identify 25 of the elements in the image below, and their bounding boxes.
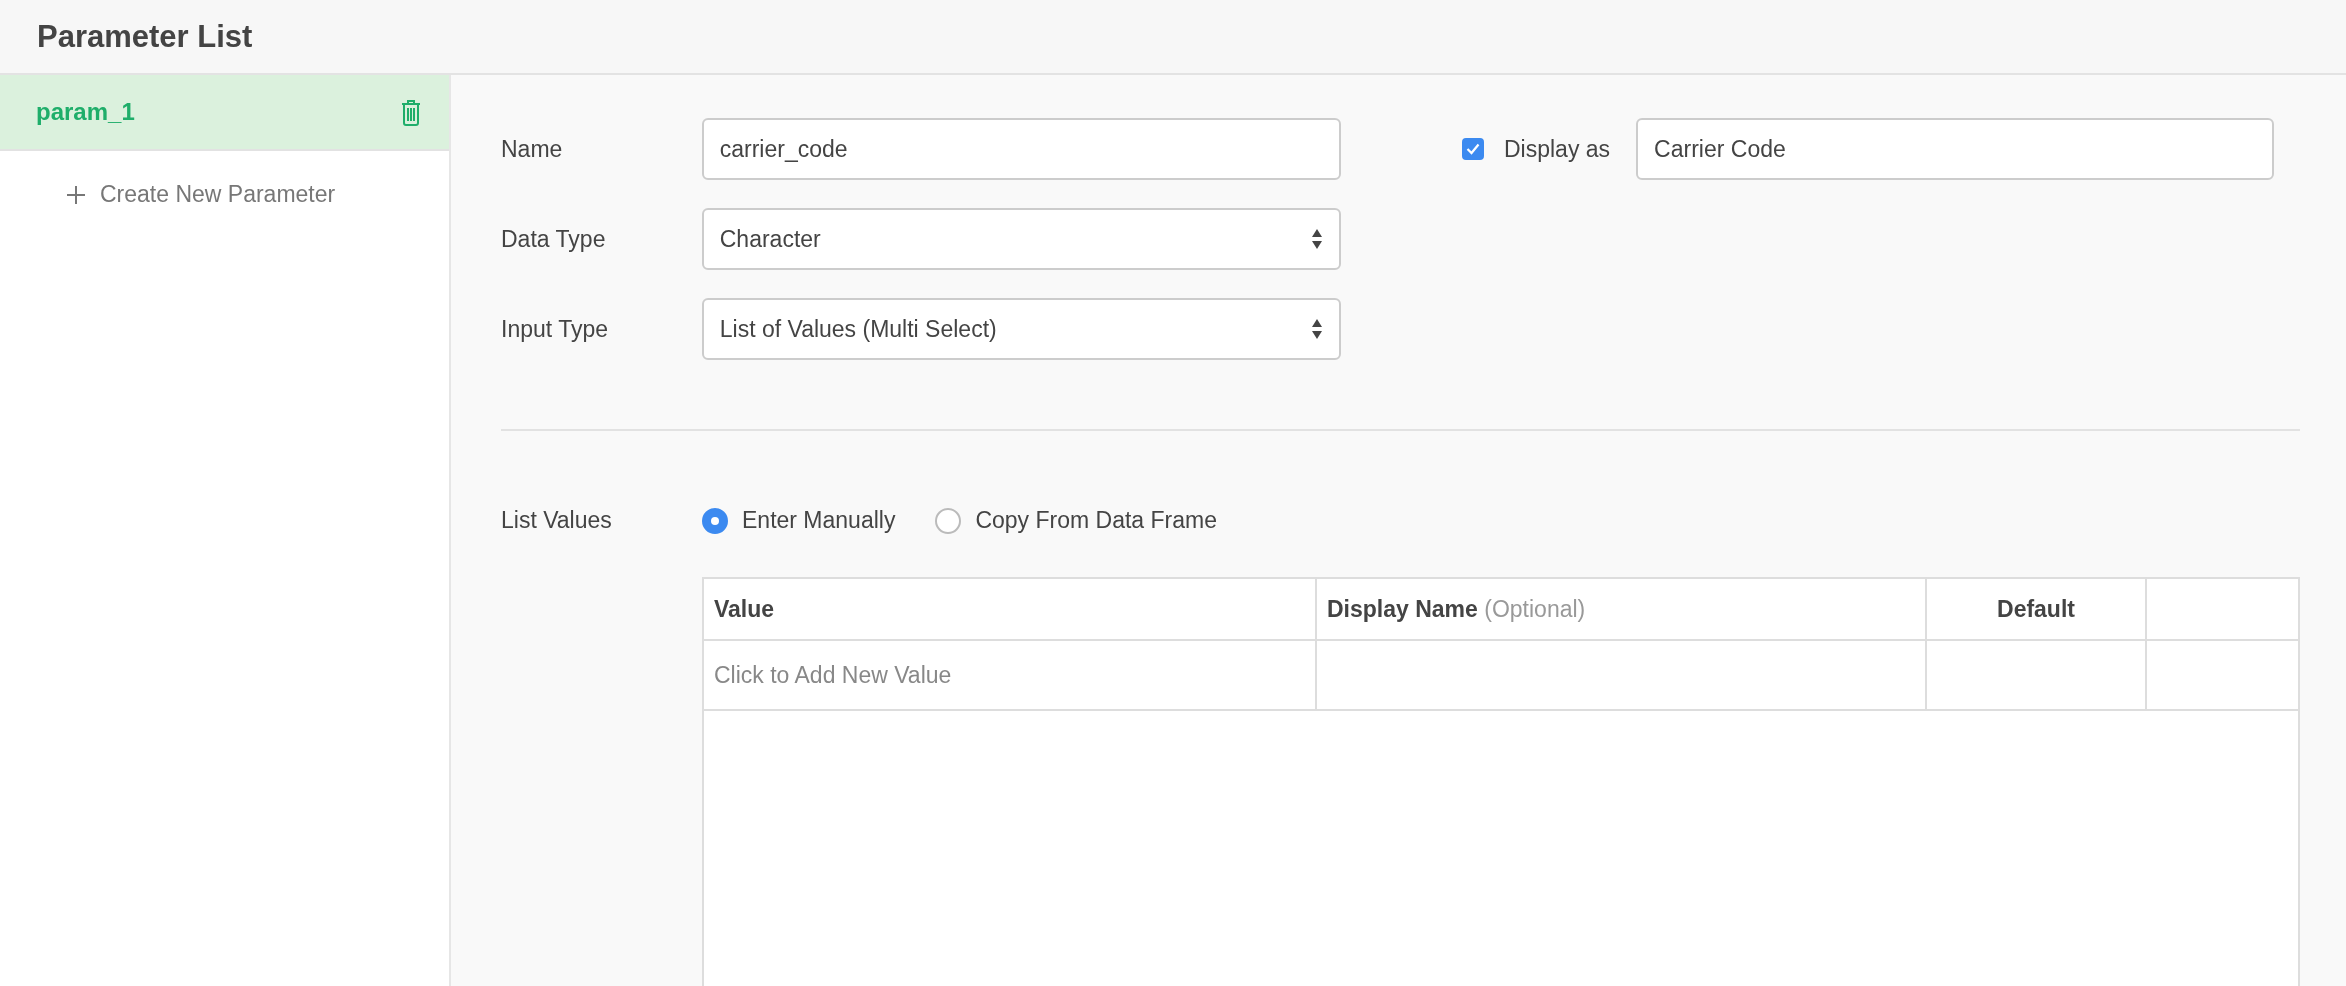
checkbox[interactable] — [1462, 138, 1484, 160]
updown-arrows-icon — [1311, 228, 1323, 250]
field-label: Data Type — [501, 225, 607, 253]
text-field[interactable]: carrier_code — [701, 118, 1341, 180]
radio-button[interactable] — [935, 507, 962, 534]
create-parameter-link[interactable]: Create New Parameter — [66, 181, 336, 208]
dropdown[interactable]: Character — [701, 208, 1341, 270]
field-label: List Values — [501, 507, 613, 534]
add-value-cell[interactable]: Click to Add New Value — [704, 640, 1316, 710]
field-label: Input Type — [501, 315, 609, 343]
radio-label: Enter Manually — [742, 507, 896, 534]
column-header: Default — [1926, 579, 2146, 640]
plus-icon — [66, 184, 86, 205]
dropdown[interactable]: List of Values (Multi Select) — [701, 298, 1341, 360]
field-label: Name — [501, 135, 564, 163]
checkbox-label: Display as — [1504, 135, 1611, 163]
checkmark-icon — [1466, 143, 1480, 155]
updown-arrows-icon — [1311, 318, 1323, 340]
column-header: Display Name (Optional) — [1316, 579, 1926, 640]
page-title: Parameter List — [37, 18, 253, 55]
radio-button[interactable] — [702, 507, 728, 534]
text-field[interactable]: Carrier Code — [1636, 118, 2275, 180]
radio-label: Copy From Data Frame — [975, 507, 1217, 534]
trash-icon[interactable] — [400, 98, 422, 126]
column-header: Value — [704, 579, 1316, 640]
